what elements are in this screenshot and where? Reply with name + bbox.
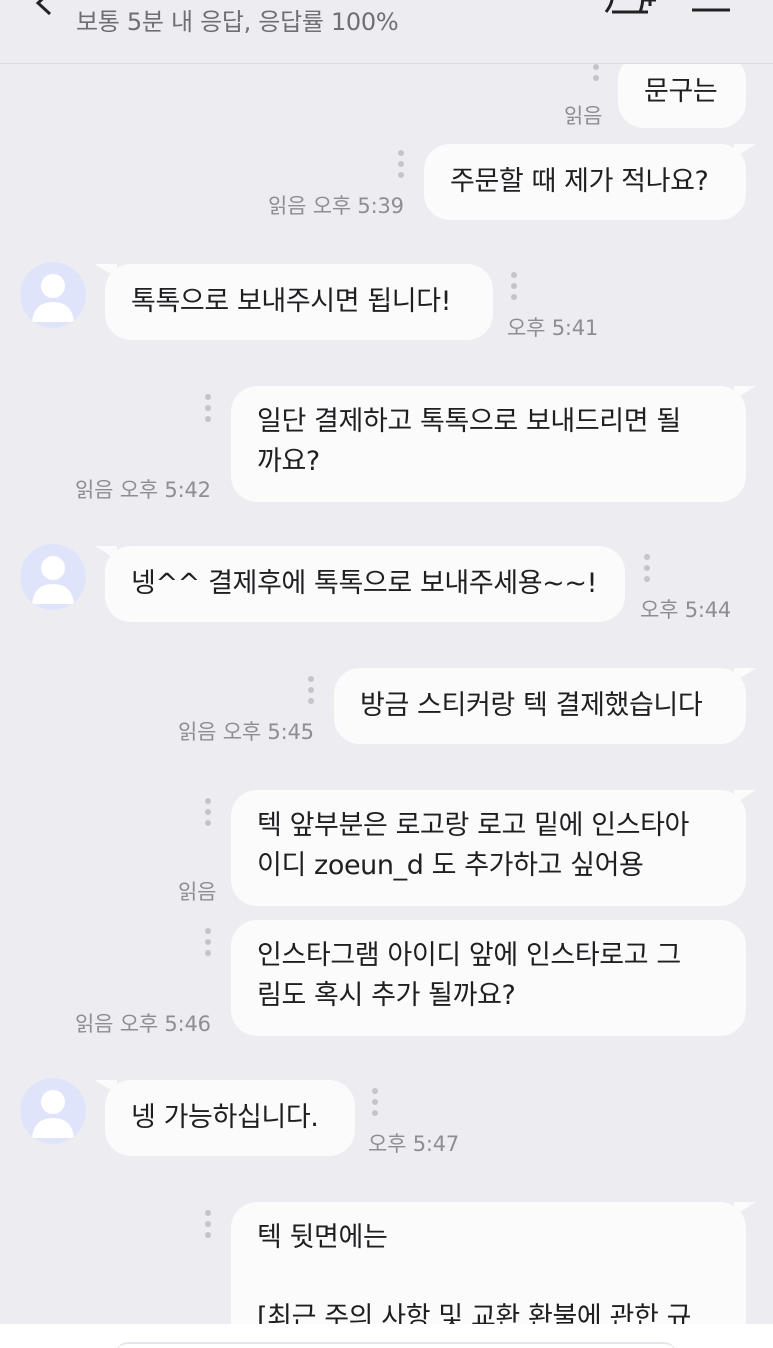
more-options-icon[interactable] [205, 1210, 213, 1243]
message-meta: 읽음 오후 5:45 [178, 720, 314, 744]
message-text: 넹 가능하십니다. [131, 1102, 319, 1133]
more-options-icon[interactable] [205, 798, 213, 831]
message-meta: 오후 5:47 [368, 1132, 460, 1156]
more-options-icon[interactable] [372, 1088, 380, 1121]
message-text: 주문할 때 제가 적나요? [450, 166, 709, 197]
default-avatar-icon [32, 556, 74, 604]
chat-header: 보통 5분 내 응답, 응답률 100% [0, 0, 773, 64]
more-options-icon[interactable] [398, 150, 406, 183]
more-options-icon[interactable] [593, 64, 601, 86]
message-text-line: [최근 주의 사항 및 교환 환불에 관한 규 [257, 1302, 692, 1324]
avatar[interactable] [20, 1078, 86, 1144]
outgoing-message: 문구는 [618, 64, 746, 128]
default-avatar-icon [32, 1090, 74, 1138]
message-meta: 오후 5:41 [507, 316, 599, 340]
more-options-icon[interactable] [205, 394, 213, 427]
outgoing-message: 인스타그램 아이디 앞에 인스타로고 그 림도 혹시 추가 될까요? [231, 920, 746, 1036]
message-text-line: 일단 결제하고 톡톡으로 보내드리면 될 [257, 406, 681, 437]
incoming-message: 넹^^ 결제후에 톡톡으로 보내주세용~~! [95, 546, 625, 622]
message-text: 넹^^ 결제후에 톡톡으로 보내주세용~~! [131, 568, 598, 599]
message-meta: 읽음 [564, 104, 603, 128]
message-text-line: 텍 앞부분은 로고랑 로고 밑에 인스타아 [257, 810, 689, 841]
message-meta: 읽음 오후 5:42 [75, 478, 211, 502]
message-text-line: 림도 혹시 추가 될까요? [257, 980, 516, 1011]
outgoing-message: 방금 스티커랑 텍 결제했습니다 [334, 668, 756, 744]
outgoing-message: 텍 뒷면에는 [최근 주의 사항 및 교환 환불에 관한 규 [231, 1202, 756, 1324]
message-text: 톡톡으로 보내주시면 됩니다! [131, 286, 452, 317]
response-rate-status: 보통 5분 내 응답, 응답률 100% [76, 8, 399, 36]
message-text-line: 이디 zoeun_d 도 추가하고 싶어용 [257, 850, 644, 881]
outgoing-message: 일단 결제하고 톡톡으로 보내드리면 될 까요? [231, 386, 756, 502]
menu-icon[interactable] [690, 0, 734, 16]
message-input-field[interactable] [116, 1342, 676, 1348]
message-text: 문구는 [644, 76, 718, 107]
message-meta: 오후 5:44 [640, 598, 732, 622]
more-options-icon[interactable] [205, 928, 213, 961]
message-text-line: 까요? [257, 446, 320, 477]
message-meta: 읽음 오후 5:46 [75, 1012, 211, 1036]
message-text: 방금 스티커랑 텍 결제했습니다 [360, 690, 703, 721]
chat-thread: 읽음 문구는 읽음 오후 5:39 주문할 때 제가 적나요? 톡톡으로 보내주… [0, 64, 773, 1324]
message-text-line: 텍 뒷면에는 [257, 1222, 388, 1253]
message-meta: 읽음 오후 5:39 [268, 194, 404, 218]
incoming-message: 톡톡으로 보내주시면 됩니다! [95, 264, 493, 340]
more-options-icon[interactable] [308, 676, 316, 709]
outgoing-message: 주문할 때 제가 적나요? [424, 144, 756, 220]
back-arrow-icon[interactable] [30, 0, 56, 16]
message-meta: 읽음 [178, 880, 217, 904]
message-input-area[interactable] [0, 1324, 773, 1348]
more-options-icon[interactable] [644, 554, 652, 587]
notification-bell-icon[interactable] [600, 0, 656, 18]
avatar[interactable] [20, 262, 86, 328]
default-avatar-icon [32, 274, 74, 322]
message-text-line: 인스타그램 아이디 앞에 인스타로고 그 [257, 940, 681, 971]
outgoing-message: 텍 앞부분은 로고랑 로고 밑에 인스타아 이디 zoeun_d 도 추가하고 … [231, 790, 756, 906]
more-options-icon[interactable] [511, 272, 519, 305]
avatar[interactable] [20, 544, 86, 610]
incoming-message: 넹 가능하십니다. [95, 1080, 355, 1156]
